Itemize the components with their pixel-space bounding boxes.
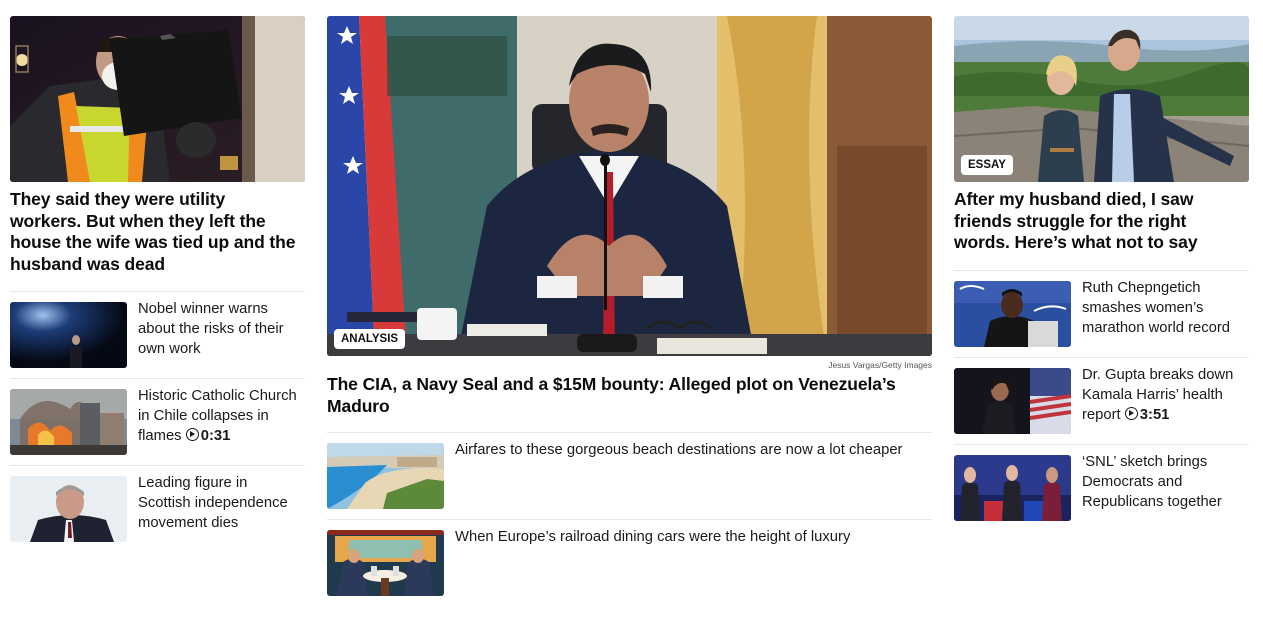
lead-headline[interactable]: The CIA, a Navy Seal and a $15M bounty: … bbox=[327, 374, 932, 417]
thumbnail bbox=[954, 367, 1071, 434]
thumbnail bbox=[10, 476, 127, 542]
list-item-text: Nobel winner warns about the risks of th… bbox=[138, 301, 284, 357]
lead-story-image-utility-workers[interactable] bbox=[10, 16, 305, 182]
left-column: They said they were utility workers. But… bbox=[10, 16, 305, 542]
right-column: ESSAY After my husband died, I saw frien… bbox=[954, 16, 1249, 521]
divider bbox=[327, 519, 932, 520]
lead-story-image-essay[interactable]: ESSAY bbox=[954, 16, 1249, 182]
video-duration: 3:51 bbox=[1124, 406, 1169, 423]
list-item[interactable]: Leading figure in Scottish independence … bbox=[10, 475, 305, 542]
list-item[interactable]: ‘SNL’ sketch brings Democrats and Republ… bbox=[954, 453, 1249, 521]
utility-workers-photo bbox=[10, 16, 305, 182]
middle-column: ANALYSIS Jesus Vargas/Getty Images The C… bbox=[327, 16, 932, 596]
list-item-text: When Europe’s railroad dining cars were … bbox=[455, 529, 851, 545]
analysis-badge: ANALYSIS bbox=[334, 329, 406, 349]
list-item-text: Ruth Chepngetich smashes women’s maratho… bbox=[1082, 279, 1231, 336]
list-item[interactable]: When Europe’s railroad dining cars were … bbox=[327, 529, 932, 596]
divider bbox=[327, 432, 932, 433]
play-icon bbox=[1124, 406, 1138, 420]
thumbnail bbox=[327, 443, 444, 509]
list-item-text: Airfares to these gorgeous beach destina… bbox=[455, 442, 903, 458]
essay-badge: ESSAY bbox=[961, 155, 1013, 175]
list-item-text: Leading figure in Scottish independence … bbox=[138, 475, 288, 531]
list-item[interactable]: Historic Catholic Church in Chile collap… bbox=[10, 388, 305, 455]
list-item[interactable]: Ruth Chepngetich smashes women’s maratho… bbox=[954, 279, 1249, 347]
thumbnail bbox=[10, 302, 127, 368]
lead-headline[interactable]: They said they were utility workers. But… bbox=[10, 189, 300, 275]
lead-story-image-maduro[interactable]: ANALYSIS bbox=[327, 16, 932, 356]
thumbnail bbox=[10, 389, 127, 455]
photo-credit: Jesus Vargas/Getty Images bbox=[828, 360, 932, 370]
maduro-photo bbox=[327, 16, 932, 356]
list-item[interactable]: Airfares to these gorgeous beach destina… bbox=[327, 442, 932, 509]
list-item-text: Dr. Gupta breaks down Kamala Harris’ hea… bbox=[1082, 366, 1234, 423]
divider bbox=[954, 269, 1249, 271]
thumbnail bbox=[954, 454, 1071, 521]
divider bbox=[954, 443, 1249, 445]
lead-headline[interactable]: After my husband died, I saw friends str… bbox=[954, 189, 1224, 254]
divider bbox=[10, 291, 305, 292]
divider bbox=[954, 356, 1249, 358]
list-item-text: Historic Catholic Church in Chile collap… bbox=[138, 388, 297, 444]
thumbnail bbox=[327, 530, 444, 596]
thumbnail bbox=[954, 280, 1071, 347]
play-icon bbox=[185, 428, 199, 441]
list-item-text: ‘SNL’ sketch brings Democrats and Republ… bbox=[1082, 453, 1222, 510]
divider bbox=[10, 465, 305, 466]
divider bbox=[10, 378, 305, 379]
list-item[interactable]: Dr. Gupta breaks down Kamala Harris’ hea… bbox=[954, 366, 1249, 434]
list-item[interactable]: Nobel winner warns about the risks of th… bbox=[10, 301, 305, 368]
video-duration: 0:31 bbox=[185, 428, 230, 444]
